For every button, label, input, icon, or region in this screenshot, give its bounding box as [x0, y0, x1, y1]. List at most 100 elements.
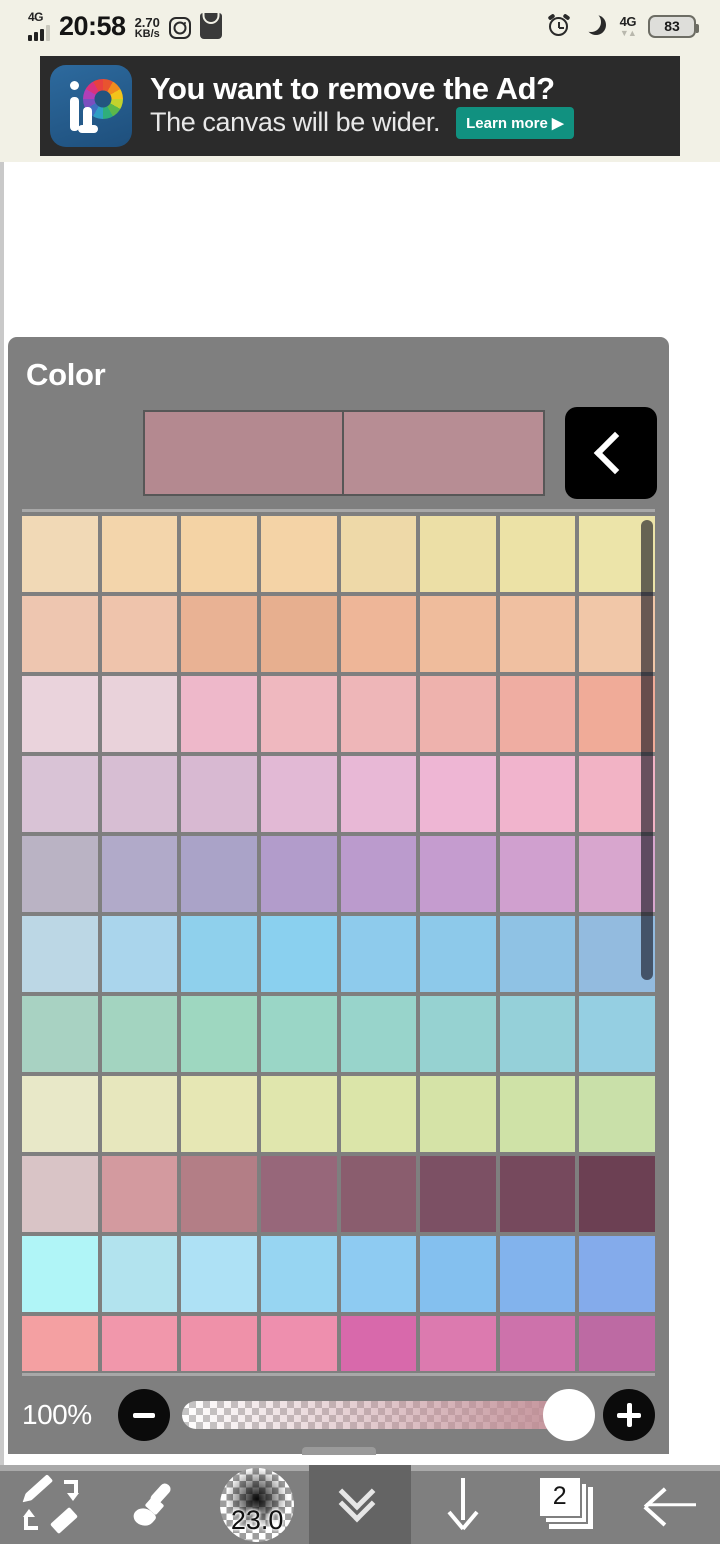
color-swatch[interactable] — [420, 756, 496, 832]
color-swatch[interactable] — [420, 996, 496, 1072]
tool-back[interactable] — [617, 1465, 720, 1544]
color-swatch[interactable] — [579, 1236, 655, 1312]
opacity-decrease-button[interactable] — [118, 1389, 170, 1441]
color-swatch[interactable] — [420, 836, 496, 912]
color-swatch[interactable] — [579, 1156, 655, 1232]
color-swatch[interactable] — [101, 996, 178, 1072]
color-swatch[interactable] — [260, 756, 337, 832]
swatch-scroll-area[interactable] — [8, 512, 669, 1371]
color-swatch[interactable] — [101, 756, 178, 832]
color-swatch[interactable] — [579, 1316, 655, 1371]
color-swatch[interactable] — [420, 516, 496, 592]
color-swatch[interactable] — [22, 996, 98, 1072]
color-swatch-grid[interactable] — [22, 516, 655, 1371]
color-swatch[interactable] — [420, 1316, 496, 1371]
color-swatch[interactable] — [101, 596, 178, 672]
color-swatch[interactable] — [260, 916, 337, 992]
tool-brush[interactable] — [103, 1465, 206, 1544]
color-swatch[interactable] — [340, 1316, 417, 1371]
color-swatch[interactable] — [22, 1236, 98, 1312]
color-swatch[interactable] — [420, 1076, 496, 1152]
color-panel-back-button[interactable] — [565, 407, 657, 499]
tool-layers[interactable]: 2 — [514, 1465, 617, 1544]
opacity-slider[interactable] — [182, 1389, 595, 1441]
color-preview-current[interactable] — [145, 412, 344, 494]
color-swatch[interactable] — [499, 756, 576, 832]
color-swatch[interactable] — [22, 1156, 98, 1232]
color-swatch[interactable] — [340, 1076, 417, 1152]
color-swatch[interactable] — [101, 516, 178, 592]
color-swatch[interactable] — [340, 676, 417, 752]
tool-download[interactable] — [411, 1465, 514, 1544]
tool-swap-brush-eraser[interactable] — [0, 1465, 103, 1544]
color-swatch[interactable] — [181, 1236, 257, 1312]
color-swatch[interactable] — [499, 1076, 576, 1152]
color-swatch[interactable] — [420, 676, 496, 752]
color-swatch[interactable] — [260, 596, 337, 672]
color-swatch[interactable] — [181, 596, 257, 672]
color-swatch[interactable] — [499, 996, 576, 1072]
color-swatch[interactable] — [420, 596, 496, 672]
color-swatch[interactable] — [499, 916, 576, 992]
opacity-increase-button[interactable] — [603, 1389, 655, 1441]
color-swatch[interactable] — [22, 516, 98, 592]
color-swatch[interactable] — [260, 676, 337, 752]
color-swatch[interactable] — [420, 1156, 496, 1232]
color-swatch[interactable] — [340, 516, 417, 592]
color-swatch[interactable] — [101, 1156, 178, 1232]
color-swatch[interactable] — [499, 836, 576, 912]
opacity-slider-knob[interactable] — [543, 1389, 595, 1441]
color-swatch[interactable] — [260, 1156, 337, 1232]
color-swatch[interactable] — [499, 596, 576, 672]
color-preview-new[interactable] — [344, 412, 543, 494]
tool-collapse-panel[interactable] — [308, 1465, 412, 1544]
color-swatch[interactable] — [181, 676, 257, 752]
color-swatch[interactable] — [101, 1076, 178, 1152]
color-swatch[interactable] — [499, 516, 576, 592]
color-swatch[interactable] — [340, 596, 417, 672]
color-swatch[interactable] — [181, 996, 257, 1072]
color-swatch[interactable] — [22, 916, 98, 992]
color-swatch[interactable] — [260, 1076, 337, 1152]
color-swatch[interactable] — [181, 1076, 257, 1152]
color-swatch[interactable] — [340, 996, 417, 1072]
color-swatch[interactable] — [579, 996, 655, 1072]
color-swatch[interactable] — [340, 836, 417, 912]
color-swatch[interactable] — [499, 1316, 576, 1371]
color-swatch[interactable] — [101, 836, 178, 912]
color-swatch[interactable] — [420, 916, 496, 992]
color-swatch[interactable] — [22, 596, 98, 672]
color-swatch[interactable] — [260, 996, 337, 1072]
ad-learn-more-button[interactable]: Learn more ▶ — [456, 107, 574, 140]
color-swatch[interactable] — [181, 756, 257, 832]
color-swatch[interactable] — [499, 1156, 576, 1232]
color-swatch[interactable] — [420, 1236, 496, 1312]
color-swatch[interactable] — [499, 1236, 576, 1312]
color-swatch[interactable] — [499, 676, 576, 752]
color-preview[interactable] — [143, 410, 545, 496]
swatch-scrollbar[interactable] — [641, 520, 653, 980]
color-swatch[interactable] — [340, 756, 417, 832]
color-swatch[interactable] — [101, 916, 178, 992]
panel-drag-handle[interactable] — [301, 1447, 376, 1455]
color-swatch[interactable] — [101, 676, 178, 752]
color-swatch[interactable] — [22, 676, 98, 752]
color-swatch[interactable] — [260, 1236, 337, 1312]
color-swatch[interactable] — [181, 1316, 257, 1371]
color-swatch[interactable] — [22, 1076, 98, 1152]
color-swatch[interactable] — [181, 1156, 257, 1232]
color-swatch[interactable] — [22, 756, 98, 832]
color-swatch[interactable] — [579, 1076, 655, 1152]
color-swatch[interactable] — [101, 1236, 178, 1312]
color-swatch[interactable] — [181, 916, 257, 992]
color-swatch[interactable] — [101, 1316, 178, 1371]
color-swatch[interactable] — [181, 516, 257, 592]
color-swatch[interactable] — [340, 1236, 417, 1312]
color-swatch[interactable] — [181, 836, 257, 912]
color-swatch[interactable] — [260, 836, 337, 912]
color-swatch[interactable] — [22, 1316, 98, 1371]
color-swatch[interactable] — [22, 836, 98, 912]
tool-brush-size[interactable]: 23.0 — [206, 1465, 309, 1544]
color-swatch[interactable] — [260, 1316, 337, 1371]
color-swatch[interactable] — [340, 1156, 417, 1232]
